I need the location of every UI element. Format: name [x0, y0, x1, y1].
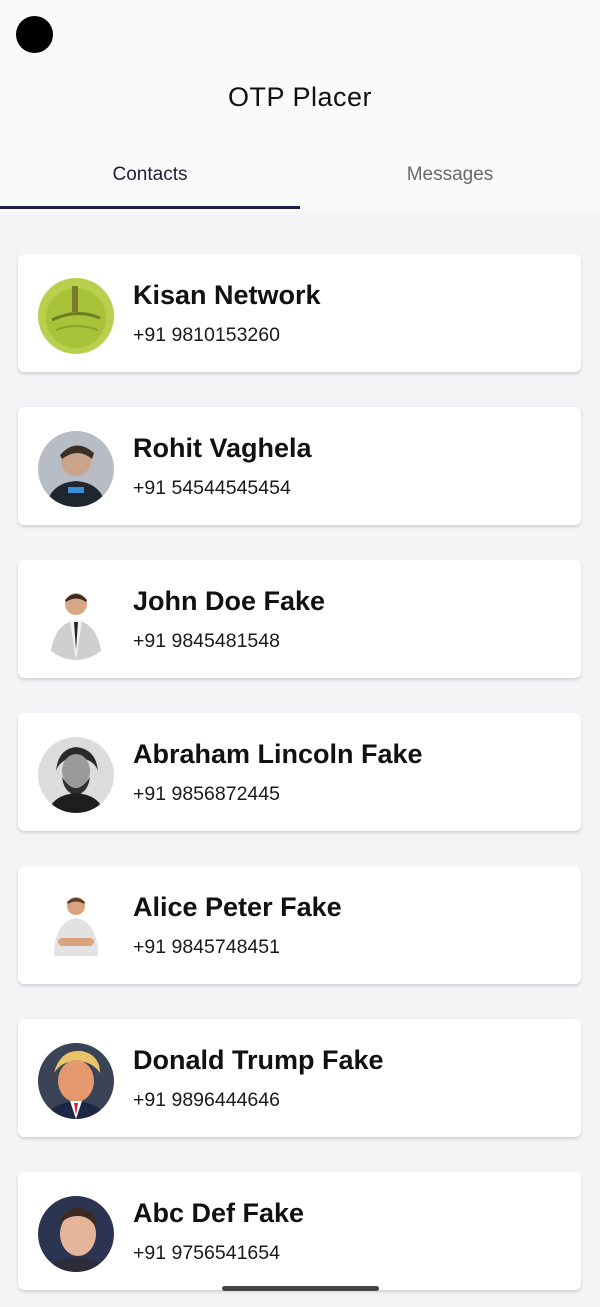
camera-cutout [16, 16, 53, 53]
page-title: OTP Placer [227, 82, 373, 112]
contact-phone: +91 9810153260 [133, 324, 280, 346]
contact-card[interactable]: John Doe Fake +91 9845481548 [18, 560, 581, 678]
tab-contacts[interactable]: Contacts [0, 150, 300, 210]
tab-bar: Contacts Messages [0, 150, 600, 210]
kisan-network-logo-icon [38, 278, 114, 354]
person-photo-icon [38, 431, 114, 507]
contact-name: Alice Peter Fake [133, 892, 342, 922]
active-tab-indicator [0, 206, 300, 209]
contact-card[interactable]: Abc Def Fake +91 9756541654 [18, 1172, 581, 1290]
person-photo-icon [38, 890, 114, 966]
portrait-photo-icon [38, 737, 114, 813]
contact-name: Kisan Network [133, 280, 321, 310]
contact-phone: +91 9856872445 [133, 783, 280, 805]
person-photo-icon [38, 1196, 114, 1272]
contact-phone: +91 54544545454 [133, 477, 291, 499]
contact-phone: +91 9896444646 [133, 1089, 280, 1111]
contact-name: Abraham Lincoln Fake [133, 739, 423, 769]
contact-name: John Doe Fake [133, 586, 326, 616]
person-suit-photo-icon [38, 584, 114, 660]
contact-card[interactable]: Abraham Lincoln Fake +91 9856872445 [18, 713, 581, 831]
contact-card[interactable]: Alice Peter Fake +91 9845748451 [18, 866, 581, 984]
contact-phone: +91 9756541654 [133, 1242, 280, 1264]
contact-card[interactable]: Kisan Network +91 9810153260 [18, 254, 581, 372]
contact-phone: +91 9845481548 [133, 630, 280, 652]
contact-name: Rohit Vaghela [133, 433, 312, 463]
contact-card[interactable]: Rohit Vaghela +91 54544545454 [18, 407, 581, 525]
contact-name: Donald Trump Fake [133, 1045, 384, 1075]
contact-card[interactable]: Donald Trump Fake +91 9896444646 [18, 1019, 581, 1137]
contact-phone: +91 9845748451 [133, 936, 280, 958]
contact-name: Abc Def Fake [133, 1198, 305, 1228]
person-photo-icon [38, 1043, 114, 1119]
tab-messages[interactable]: Messages [300, 150, 600, 210]
app-bar: OTP Placer Contacts Messages [0, 0, 600, 212]
home-indicator[interactable] [222, 1286, 379, 1291]
